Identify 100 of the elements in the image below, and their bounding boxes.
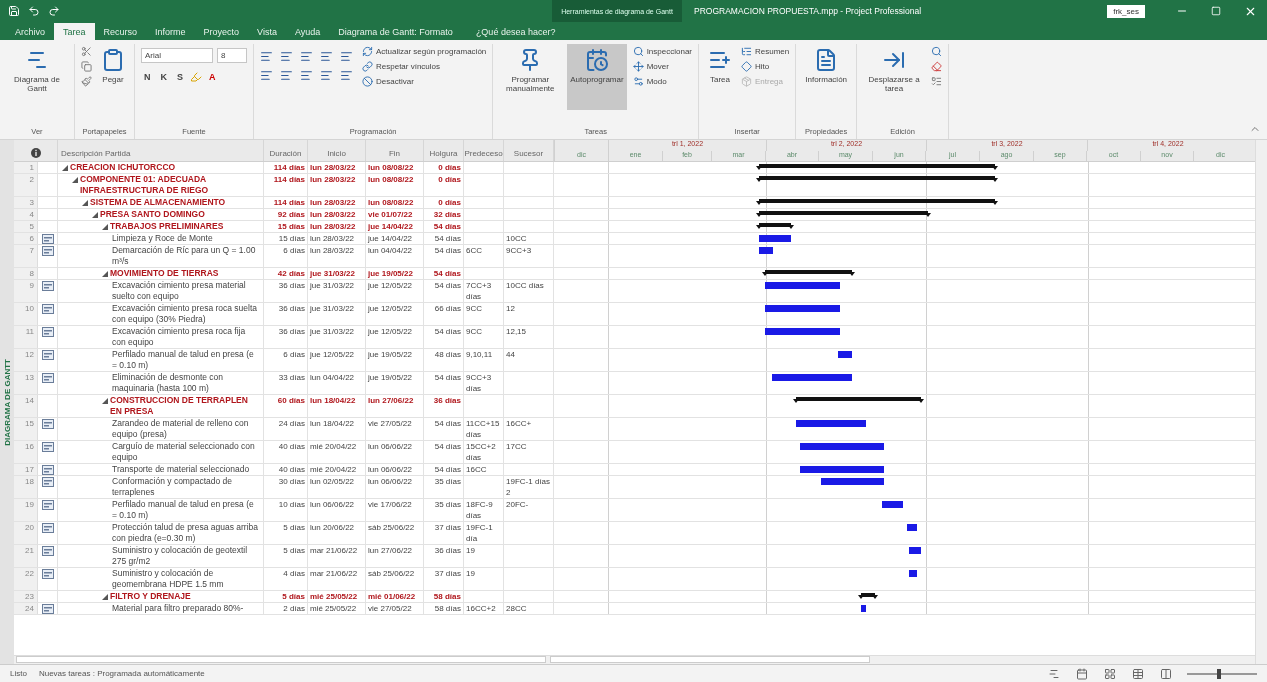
format-button[interactable]: K [157,72,170,82]
collapse-icon[interactable] [102,398,108,404]
collapse-icon[interactable] [102,594,108,600]
ribbon-small-button[interactable]: Actualizar según programación [362,46,487,57]
scrollbar[interactable] [16,656,546,663]
table-cell: 114 días [264,174,308,196]
ribbon-small-button[interactable]: Mover [632,61,692,72]
task-name: CONSTRUCCION DE TERRAPLEN EN PRESA [110,395,249,417]
collapse-icon[interactable] [102,271,108,277]
ribbon-tab[interactable]: Diagrama de Gantt: Formato [329,23,462,40]
ribbon-small-button[interactable]: Respetar vínculos [362,61,487,72]
ribbon-small-button[interactable]: Desactivar [362,76,487,87]
collapse-icon[interactable] [62,165,68,171]
ribbon-tab[interactable]: Recurso [94,23,147,40]
ribbon-tab[interactable]: Archivo [6,23,54,40]
link-icon [362,61,373,72]
table-cell: jue 19/05/22 [366,349,424,371]
task-bar[interactable] [882,501,904,508]
table-cell: jue 19/05/22 [366,268,424,279]
search-icon[interactable] [931,46,943,57]
table-cell: 54 días [424,464,464,475]
ribbon-button[interactable]: Autoprogramar [567,44,627,110]
ribbon-tab[interactable]: Proyecto [194,23,249,40]
format-button[interactable]: S [174,72,186,82]
table-cell: 7CC+3 días [464,280,504,302]
ribbon-button[interactable]: Tarea [705,44,735,110]
column-header[interactable]: Holgura [424,140,464,161]
column-header[interactable]: Duración [264,140,308,161]
ribbon-button[interactable]: Pegar [98,44,128,110]
ribbon-button[interactable]: Diagrama de Gantt [6,44,68,110]
table-cell: 5 días [264,591,308,602]
task-bar[interactable] [908,570,918,577]
outline-tool-icon[interactable] [340,50,353,63]
font-name-field[interactable]: Arial [141,48,213,63]
ribbon-small-button[interactable]: Inspeccionar [632,46,692,57]
ribbon-button[interactable]: Programar manualmente [499,44,562,110]
task-bar[interactable] [906,524,918,531]
task-bar[interactable] [838,351,853,358]
column-header[interactable]: Predeceso [464,140,504,161]
vertical-scrollbar[interactable] [1255,140,1267,664]
table-cell: lun 02/05/22 [308,476,366,498]
calendar-view-button[interactable] [1075,666,1089,681]
tell-me-field[interactable]: ¿Qué desea hacer? [475,23,556,40]
task-bar[interactable] [764,282,841,289]
table-cell: 54 días [424,245,464,267]
outline-tool-icon[interactable] [300,50,313,63]
task-name: Suministro y colocación de geomembrana HDPE 1.5 mm [112,568,225,590]
ribbon-tab[interactable]: Vista [248,23,286,40]
redo-icon[interactable] [48,5,60,17]
outline-tool-icon[interactable] [280,50,293,63]
outline-tool-icon[interactable] [260,69,273,82]
font-color-button[interactable]: A [206,72,219,82]
collapse-icon[interactable] [82,200,88,206]
column-header[interactable]: Sucesor [504,140,554,161]
sheet-view-button[interactable] [1131,666,1145,681]
collapse-icon[interactable] [72,177,78,183]
ribbon-button[interactable]: Desplazarse a tarea [863,44,926,110]
cut-icon[interactable] [81,46,92,57]
ribbon-small-button[interactable]: Hito [741,61,790,72]
outline-tool-icon[interactable] [320,69,333,82]
collapse-icon[interactable] [102,224,108,230]
column-header[interactable]: Fin [366,140,424,161]
user-name[interactable]: frk_ses [1107,4,1145,18]
outline-tool-icon[interactable] [280,69,293,82]
task-bar[interactable] [771,374,853,381]
ribbon-small-button[interactable]: Resumen [741,46,790,57]
ribbon-tab[interactable]: Tarea [54,23,95,40]
font-size-field[interactable]: 8 [217,48,247,63]
ribbon-button[interactable]: Información [802,44,851,110]
network-view-button[interactable] [1103,666,1117,681]
scrollbar[interactable] [550,656,870,663]
copy-icon[interactable] [81,61,92,72]
task-bar[interactable] [764,328,841,335]
ribbon-tab[interactable]: Ayuda [285,23,330,40]
outline-tool-icon[interactable] [320,50,333,63]
collapse-icon[interactable] [92,212,98,218]
report-view-button[interactable] [1159,666,1173,681]
outline-tool-icon[interactable] [260,50,273,63]
task-bar[interactable] [861,605,867,612]
column-header[interactable]: Descripción Partida [58,140,264,161]
task-bar[interactable] [759,247,774,254]
outline-tool-icon[interactable] [300,69,313,82]
table-cell: lun 08/08/22 [366,197,424,208]
table-cell: 35 días [424,476,464,498]
table-cell: mar 21/06/22 [308,545,366,567]
table-cell: jue 19/05/22 [366,372,424,394]
outline-tool-icon[interactable] [340,69,353,82]
paintbrush-icon[interactable] [81,76,92,87]
undo-icon[interactable] [28,5,40,17]
task-name: COMPONENTE 01: ADECUADA INFRAESTRUCTURA DE RIEGO [80,174,210,196]
ribbon-small-button[interactable]: Modo [632,76,692,87]
zoom-thumb[interactable] [1216,668,1221,679]
format-button[interactable]: N [141,72,154,82]
task-bar[interactable] [764,305,841,312]
eraser-icon[interactable] [931,61,943,72]
ribbon-tab[interactable]: Informe [146,23,195,40]
task-bar[interactable] [908,547,921,554]
save-icon[interactable] [8,5,20,17]
task-name: FILTRO Y DRENAJE [110,591,191,602]
column-header[interactable]: Inicio [308,140,366,161]
